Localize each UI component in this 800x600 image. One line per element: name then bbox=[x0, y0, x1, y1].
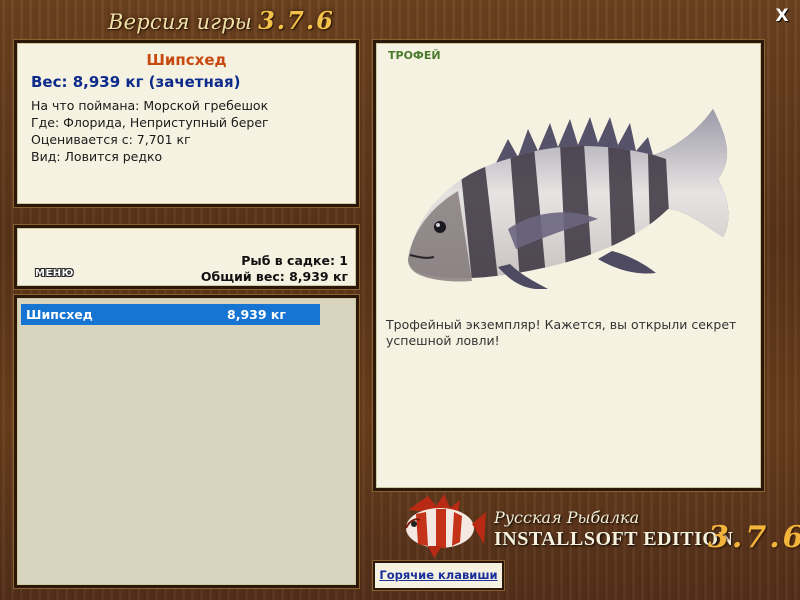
species-line: Вид: Ловится редко bbox=[31, 149, 163, 164]
keepnet-panel: МЕНЮ Рыб в садке: 1 Общий вес: 8,939 кг bbox=[14, 225, 359, 289]
list-item[interactable]: Шипсхед 8,939 кг bbox=[21, 304, 320, 325]
sheepshead-fish-image bbox=[408, 109, 729, 289]
list-item-weight: 8,939 кг bbox=[227, 307, 286, 322]
fish-details: На что поймана: Морской гребешок Где: Фл… bbox=[31, 97, 356, 165]
logo-version: 3.7.6 bbox=[708, 520, 800, 555]
catch-list: Шипсхед 8,939 кг bbox=[14, 295, 359, 588]
logo-title: Русская Рыбалка bbox=[494, 508, 640, 527]
trophy-description: Трофейный экземпляр! Кажется, вы открыли… bbox=[386, 317, 737, 348]
menu-button[interactable]: МЕНЮ bbox=[35, 268, 74, 279]
title-version: 3.7.6 bbox=[258, 6, 335, 35]
game-logo: Русская Рыбалка INSTALLSOFT EDITION 3.7.… bbox=[388, 490, 800, 560]
total-weight: Общий вес: 8,939 кг bbox=[200, 269, 348, 284]
logo-edition: INSTALLSOFT EDITION bbox=[494, 528, 734, 550]
rating-line: Оценивается с: 7,701 кг bbox=[31, 132, 191, 147]
title-text: Версия игры bbox=[108, 10, 253, 34]
close-button[interactable]: X bbox=[772, 6, 792, 26]
window-title: Версия игры 3.7.6 bbox=[108, 6, 335, 36]
logo-fish-icon bbox=[405, 494, 486, 558]
fish-count: Рыб в садке: 1 bbox=[241, 253, 348, 268]
list-item-name: Шипсхед bbox=[26, 307, 93, 322]
fish-picture-panel: ТРОФЕЙ Трофейный экземпляр! Кажется, вы … bbox=[373, 40, 764, 491]
fish-name: Шипсхед bbox=[146, 51, 227, 69]
location-line: Где: Флорида, Неприступный берег bbox=[31, 115, 269, 130]
bait-line: На что поймана: Морской гребешок bbox=[31, 98, 269, 113]
hotkeys-button[interactable]: Горячие клавиши bbox=[373, 561, 504, 590]
fish-info-panel: Шипсхед Вес: 8,939 кг (зачетная) На что … bbox=[14, 40, 359, 207]
keepnet-stats: Рыб в садке: 1 Общий вес: 8,939 кг bbox=[201, 253, 348, 285]
fish-weight: Вес: 8,939 кг (зачетная) bbox=[31, 73, 241, 91]
